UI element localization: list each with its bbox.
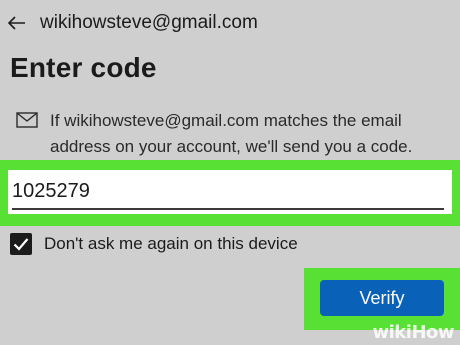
arrow-left-icon[interactable] <box>8 14 26 32</box>
remember-label: Don't ask me again on this device <box>44 234 298 253</box>
page-title: Enter code <box>10 52 157 83</box>
verify-button[interactable]: Verify <box>320 280 444 316</box>
remember-checkbox[interactable] <box>10 233 32 255</box>
envelope-icon <box>16 112 38 128</box>
watermark-how: How <box>411 322 454 343</box>
code-field-container <box>8 170 452 214</box>
info-message: If wikihowsteve@gmail.com matches the em… <box>16 108 456 160</box>
checkmark-icon <box>13 238 29 251</box>
remember-device: Don't ask me again on this device <box>10 232 298 256</box>
code-input[interactable] <box>12 174 444 210</box>
wikihow-watermark: wikiHow <box>372 322 454 343</box>
account-email: wikihowsteve@gmail.com <box>40 12 258 33</box>
account-header: wikihowsteve@gmail.com <box>8 10 258 36</box>
info-text: If wikihowsteve@gmail.com matches the em… <box>50 111 413 156</box>
watermark-wiki: wiki <box>372 322 412 343</box>
